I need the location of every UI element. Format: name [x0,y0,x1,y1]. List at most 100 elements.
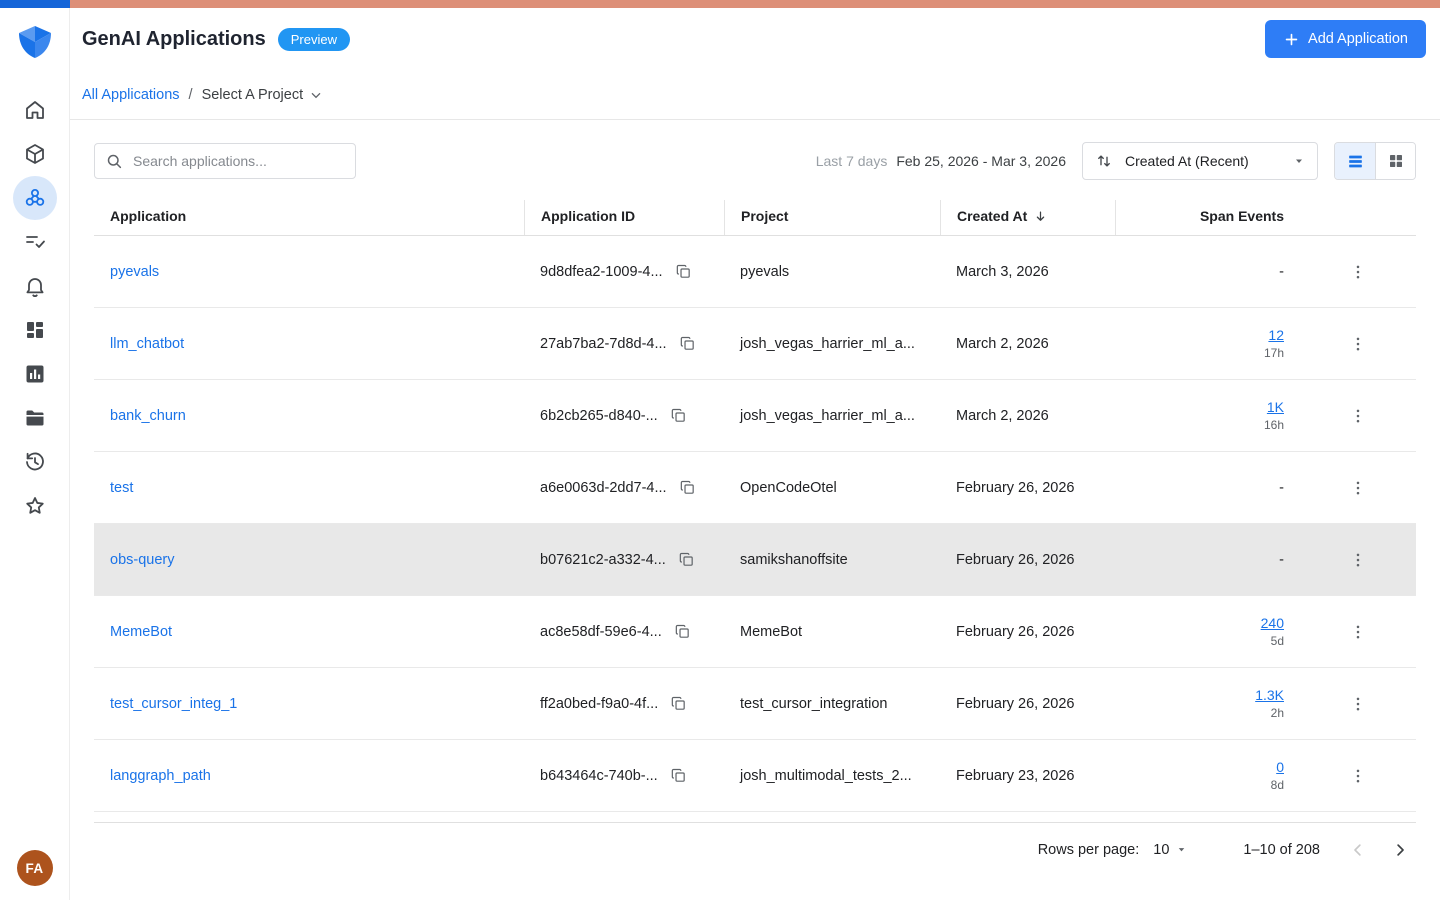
copy-icon[interactable] [679,335,696,352]
table-row[interactable]: bank_churn 6b2cb265-d840-... josh_vegas_… [94,380,1416,452]
row-menu-button[interactable] [1342,472,1374,504]
sidebar-item-genai-applications[interactable] [13,176,57,220]
history-icon [23,450,47,474]
chevron-left-icon [1349,841,1367,859]
kebab-icon [1349,551,1367,569]
user-avatar[interactable]: FA [17,850,53,886]
table-row[interactable]: pyevals 9d8dfea2-1009-4... pyevals March… [94,236,1416,308]
sidebar-item-dashboards[interactable] [13,308,57,352]
column-header-actions [1300,208,1416,227]
application-link[interactable]: test [110,480,133,496]
sort-dropdown[interactable]: Created At (Recent) [1082,142,1318,180]
application-id: 6b2cb265-d840-... [540,408,658,424]
copy-icon[interactable] [670,695,687,712]
row-menu-button[interactable] [1342,256,1374,288]
sort-dropdown-value: Created At (Recent) [1125,153,1281,169]
table-row[interactable]: llm_chatbot 27ab7ba2-7d8d-4... josh_vega… [94,308,1416,380]
grid-view-button[interactable] [1375,143,1415,179]
row-menu-button[interactable] [1342,400,1374,432]
application-link[interactable]: MemeBot [110,624,172,640]
sidebar-item-evaluations[interactable] [13,220,57,264]
bell-icon [23,274,47,298]
kebab-icon [1349,263,1367,281]
add-application-button[interactable]: Add Application [1265,20,1426,58]
application-id: 9d8dfea2-1009-4... [540,264,663,280]
row-menu-button[interactable] [1342,544,1374,576]
breadcrumb-all-applications[interactable]: All Applications [82,87,180,103]
checklist-icon [23,230,47,254]
sort-icon [1095,152,1113,170]
row-menu-button[interactable] [1342,688,1374,720]
copy-icon[interactable] [678,551,695,568]
application-link[interactable]: llm_chatbot [110,336,184,352]
application-link[interactable]: obs-query [110,552,174,568]
application-id: ac8e58df-59e6-4... [540,624,662,640]
copy-icon[interactable] [675,263,692,280]
sidebar-item-home[interactable] [13,88,57,132]
copy-icon[interactable] [670,767,687,784]
genai-apps-icon [23,186,47,210]
kebab-icon [1349,407,1367,425]
search-icon [105,152,123,170]
span-events-count[interactable]: 240 [1261,615,1284,631]
created-at: March 3, 2026 [940,264,1115,280]
table-body: pyevals 9d8dfea2-1009-4... pyevals March… [94,236,1416,812]
application-link[interactable]: bank_churn [110,408,186,424]
fiddler-logo[interactable] [17,24,53,60]
environment-bar-strip [70,0,1440,8]
column-header-created-at[interactable]: Created At [940,200,1115,235]
copy-icon[interactable] [674,623,691,640]
span-events-count[interactable]: 12 [1268,327,1284,343]
row-menu-button[interactable] [1342,328,1374,360]
created-at: February 26, 2026 [940,552,1115,568]
sidebar-item-projects[interactable] [13,396,57,440]
application-link[interactable]: langgraph_path [110,768,211,784]
applications-table: Application Application ID Project Creat… [94,200,1416,876]
sidebar-item-charts[interactable] [13,352,57,396]
list-view-icon [1346,152,1365,171]
table-row[interactable]: test_cursor_integ_1 ff2a0bed-f9a0-4f... … [94,668,1416,740]
copy-icon[interactable] [679,479,696,496]
application-link[interactable]: pyevals [110,264,159,280]
sidebar-item-alerts[interactable] [13,264,57,308]
date-range: Last 7 days Feb 25, 2026 - Mar 3, 2026 [816,153,1066,169]
kebab-icon [1349,767,1367,785]
bar-chart-icon [23,362,47,386]
next-page-button[interactable] [1384,834,1416,866]
span-events-count[interactable]: 1.3K [1255,687,1284,703]
search-input[interactable] [94,143,356,179]
date-range-label: Last 7 days [816,153,888,169]
dropdown-caret-icon [1293,155,1305,167]
project-name: samikshanoffsite [724,552,940,568]
view-toggle [1334,142,1416,180]
project-name: MemeBot [724,624,940,640]
span-events-count[interactable]: 0 [1276,759,1284,775]
table-row[interactable]: MemeBot ac8e58df-59e6-4... MemeBot Febru… [94,596,1416,668]
span-events-count: - [1279,264,1284,280]
application-link[interactable]: test_cursor_integ_1 [110,696,237,712]
table-row[interactable]: test a6e0063d-2dd7-4... OpenCodeOtel Feb… [94,452,1416,524]
table-header: Application Application ID Project Creat… [94,200,1416,236]
copy-icon[interactable] [670,407,687,424]
sidebar-item-history[interactable] [13,440,57,484]
created-at: February 26, 2026 [940,696,1115,712]
row-menu-button[interactable] [1342,616,1374,648]
date-range-value: Feb 25, 2026 - Mar 3, 2026 [896,153,1066,169]
rows-per-page-caret-icon [1176,844,1187,855]
table-row[interactable]: langgraph_path b643464c-740b-... josh_mu… [94,740,1416,812]
project-selector[interactable]: Select A Project [202,87,325,103]
column-header-project: Project [724,200,940,235]
rows-per-page-select[interactable]: 10 [1153,842,1187,858]
page-title: GenAI Applications [82,28,266,51]
previous-page-button[interactable] [1342,834,1374,866]
application-id: b07621c2-a332-4... [540,552,666,568]
environment-bar-accent [0,0,70,8]
breadcrumb-separator: / [189,87,193,103]
span-events-age: 2h [1271,706,1284,720]
table-row[interactable]: obs-query b07621c2-a332-4... samikshanof… [94,524,1416,596]
sidebar-item-models[interactable] [13,132,57,176]
sidebar-item-favorites[interactable] [13,484,57,528]
span-events-count[interactable]: 1K [1267,399,1284,415]
row-menu-button[interactable] [1342,760,1374,792]
list-view-button[interactable] [1335,143,1375,179]
